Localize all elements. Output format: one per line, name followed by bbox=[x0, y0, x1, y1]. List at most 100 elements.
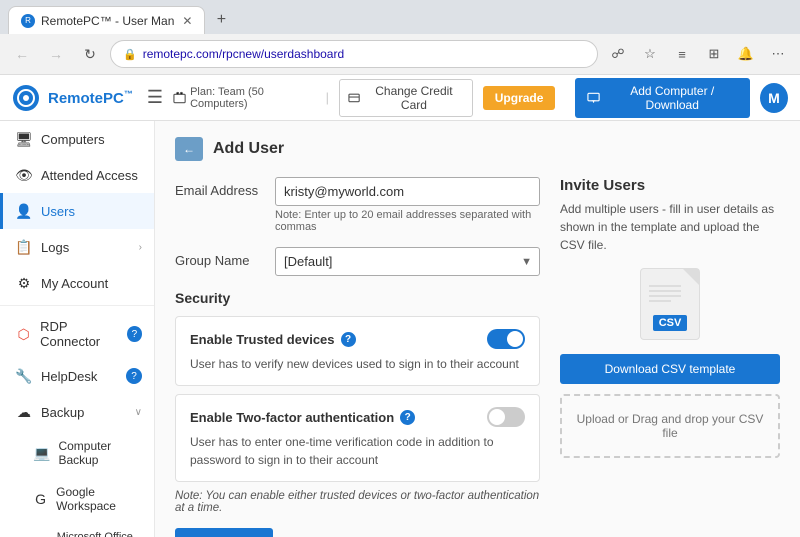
two-factor-title: Enable Two-factor authentication bbox=[190, 410, 394, 425]
email-control-area: Note: Enter up to 20 email addresses sep… bbox=[275, 177, 540, 233]
attended-access-icon: 👁 bbox=[15, 166, 33, 184]
helpdesk-help-badge[interactable]: ? bbox=[126, 368, 142, 384]
trusted-devices-desc: User has to verify new devices used to s… bbox=[190, 355, 525, 373]
page-title: Add User bbox=[213, 140, 284, 158]
rdp-help-badge[interactable]: ? bbox=[127, 326, 142, 342]
content-area: ← Add User Email Address Note: Enter up … bbox=[155, 121, 800, 537]
tab-close-icon[interactable]: ✕ bbox=[182, 14, 192, 28]
new-tab-button[interactable]: + bbox=[209, 8, 233, 32]
profile-icon[interactable]: 🔔 bbox=[732, 40, 760, 68]
sidebar: 🖥 Computers 👁 Attended Access 👤 Users 📋 … bbox=[0, 121, 155, 537]
sidebar-label-helpdesk: HelpDesk bbox=[41, 369, 97, 384]
add-computer-label: Add Computer / Download bbox=[607, 84, 738, 112]
bookmark-icon[interactable]: ☆ bbox=[636, 40, 664, 68]
upgrade-button[interactable]: Upgrade bbox=[483, 86, 556, 110]
plan-label: Plan: Team (50 Computers) bbox=[190, 86, 315, 110]
sidebar-item-google-workspace[interactable]: G Google Workspace bbox=[0, 476, 154, 522]
lock-icon: 🔒 bbox=[123, 48, 137, 61]
backup-arrow-icon: ∨ bbox=[135, 407, 142, 418]
computers-icon: 🖥 bbox=[15, 130, 33, 148]
change-credit-label: Change Credit Card bbox=[364, 84, 464, 112]
top-nav: RemotePC™ ☰ Plan: Team (50 Computers) | … bbox=[0, 75, 800, 121]
sidebar-item-helpdesk[interactable]: 🔧 HelpDesk ? bbox=[0, 358, 154, 394]
logs-icon: 📋 bbox=[15, 238, 33, 256]
sidebar-item-computer-backup[interactable]: 💻 Computer Backup bbox=[0, 430, 154, 476]
email-input[interactable] bbox=[275, 177, 540, 206]
menu-icon[interactable]: ≡ bbox=[668, 40, 696, 68]
security-section: Security Enable Trusted devices ? bbox=[175, 290, 540, 514]
sidebar-label-backup: Backup bbox=[41, 405, 84, 420]
trusted-devices-toggle[interactable] bbox=[487, 329, 525, 349]
logo-text: RemotePC™ bbox=[48, 89, 133, 107]
email-label: Email Address bbox=[175, 177, 275, 198]
two-factor-header: Enable Two-factor authentication ? bbox=[190, 407, 525, 427]
group-row: Group Name [Default] Group 1 Group 2 ▼ bbox=[175, 247, 540, 276]
sidebar-item-logs[interactable]: 📋 Logs › bbox=[0, 229, 154, 265]
main-content: 🖥 Computers 👁 Attended Access 👤 Users 📋 … bbox=[0, 121, 800, 537]
forward-nav-button[interactable]: → bbox=[42, 40, 70, 68]
sidebar-item-microsoft-office[interactable]: ⊞ Microsoft Office 365 bbox=[0, 522, 154, 537]
sidebar-item-backup[interactable]: ☁ Backup ∨ bbox=[0, 394, 154, 430]
invite-panel: Invite Users Add multiple users - fill i… bbox=[560, 177, 780, 537]
security-title: Security bbox=[175, 290, 540, 306]
sidebar-label-my-account: My Account bbox=[41, 276, 108, 291]
address-box[interactable]: 🔒 remotepc.com/rpcnew/userdashboard bbox=[110, 40, 598, 68]
reader-view-icon[interactable]: ☍ bbox=[604, 40, 632, 68]
more-menu-icon[interactable]: ⋯ bbox=[764, 40, 792, 68]
sidebar-item-computers[interactable]: 🖥 Computers bbox=[0, 121, 154, 157]
monitor-icon bbox=[587, 91, 600, 105]
sidebar-label-computers: Computers bbox=[41, 132, 105, 147]
refresh-nav-button[interactable]: ↻ bbox=[76, 40, 104, 68]
sidebar-label-microsoft-office: Microsoft Office 365 bbox=[57, 531, 142, 537]
group-select-wrapper: [Default] Group 1 Group 2 ▼ bbox=[275, 247, 540, 276]
sidebar-item-attended-access[interactable]: 👁 Attended Access bbox=[0, 157, 154, 193]
tab-bar: R RemotePC™ - User Man ✕ + bbox=[0, 0, 800, 34]
browser-toolbar-icons: ☍ ☆ ≡ ⊞ 🔔 ⋯ bbox=[604, 40, 792, 68]
sidebar-item-my-account[interactable]: ⚙ My Account bbox=[0, 265, 154, 301]
sidebar-item-rdp-connector[interactable]: ⬡ RDP Connector ? bbox=[0, 310, 154, 358]
trusted-devices-card: Enable Trusted devices ? User has to ver… bbox=[175, 316, 540, 386]
backup-icon: ☁ bbox=[15, 403, 33, 421]
back-button[interactable]: ← bbox=[175, 137, 203, 161]
my-account-icon: ⚙ bbox=[15, 274, 33, 292]
two-factor-toggle[interactable] bbox=[487, 407, 525, 427]
change-credit-card-button[interactable]: Change Credit Card bbox=[339, 79, 473, 117]
app: RemotePC™ ☰ Plan: Team (50 Computers) | … bbox=[0, 75, 800, 537]
invite-panel-desc: Add multiple users - fill in user detail… bbox=[560, 200, 780, 254]
two-factor-help-icon[interactable]: ? bbox=[400, 410, 415, 425]
csv-icon-area: CSV bbox=[560, 268, 780, 340]
csv-badge: CSV bbox=[653, 315, 688, 331]
browser-chrome: R RemotePC™ - User Man ✕ + ← → ↻ 🔒 remot… bbox=[0, 0, 800, 75]
two-factor-card: Enable Two-factor authentication ? User … bbox=[175, 394, 540, 482]
tab-title: RemotePC™ - User Man bbox=[41, 14, 174, 28]
logs-arrow-icon: › bbox=[139, 242, 142, 253]
form-main: Email Address Note: Enter up to 20 email… bbox=[175, 177, 540, 537]
group-select[interactable]: [Default] Group 1 Group 2 bbox=[275, 247, 540, 276]
google-workspace-icon: G bbox=[33, 490, 48, 508]
sidebar-label-logs: Logs bbox=[41, 240, 69, 255]
upload-dropzone[interactable]: Upload or Drag and drop your CSV file bbox=[560, 394, 780, 458]
trusted-devices-help-icon[interactable]: ? bbox=[341, 332, 356, 347]
sidebar-item-users[interactable]: 👤 Users bbox=[0, 193, 154, 229]
hamburger-menu-icon[interactable]: ☰ bbox=[147, 87, 163, 108]
download-csv-button[interactable]: Download CSV template bbox=[560, 354, 780, 384]
extensions-icon[interactable]: ⊞ bbox=[700, 40, 728, 68]
add-computer-button[interactable]: Add Computer / Download bbox=[575, 78, 749, 118]
form-layout: Email Address Note: Enter up to 20 email… bbox=[175, 177, 780, 537]
two-factor-desc: User has to enter one-time verification … bbox=[190, 433, 525, 469]
trusted-devices-title-area: Enable Trusted devices ? bbox=[190, 332, 356, 347]
logo-icon bbox=[12, 84, 40, 112]
back-nav-button[interactable]: ← bbox=[8, 40, 36, 68]
trusted-devices-slider bbox=[487, 329, 525, 349]
user-avatar[interactable]: M bbox=[760, 83, 788, 113]
sidebar-label-computer-backup: Computer Backup bbox=[58, 439, 142, 467]
plan-icon bbox=[173, 91, 186, 105]
group-label: Group Name bbox=[175, 247, 275, 268]
email-row: Email Address Note: Enter up to 20 email… bbox=[175, 177, 540, 233]
trusted-devices-title: Enable Trusted devices bbox=[190, 332, 335, 347]
csv-file-icon: CSV bbox=[640, 268, 700, 340]
users-icon: 👤 bbox=[15, 202, 33, 220]
active-tab[interactable]: R RemotePC™ - User Man ✕ bbox=[8, 6, 205, 34]
sidebar-label-users: Users bbox=[41, 204, 75, 219]
page-header: ← Add User bbox=[175, 137, 780, 161]
